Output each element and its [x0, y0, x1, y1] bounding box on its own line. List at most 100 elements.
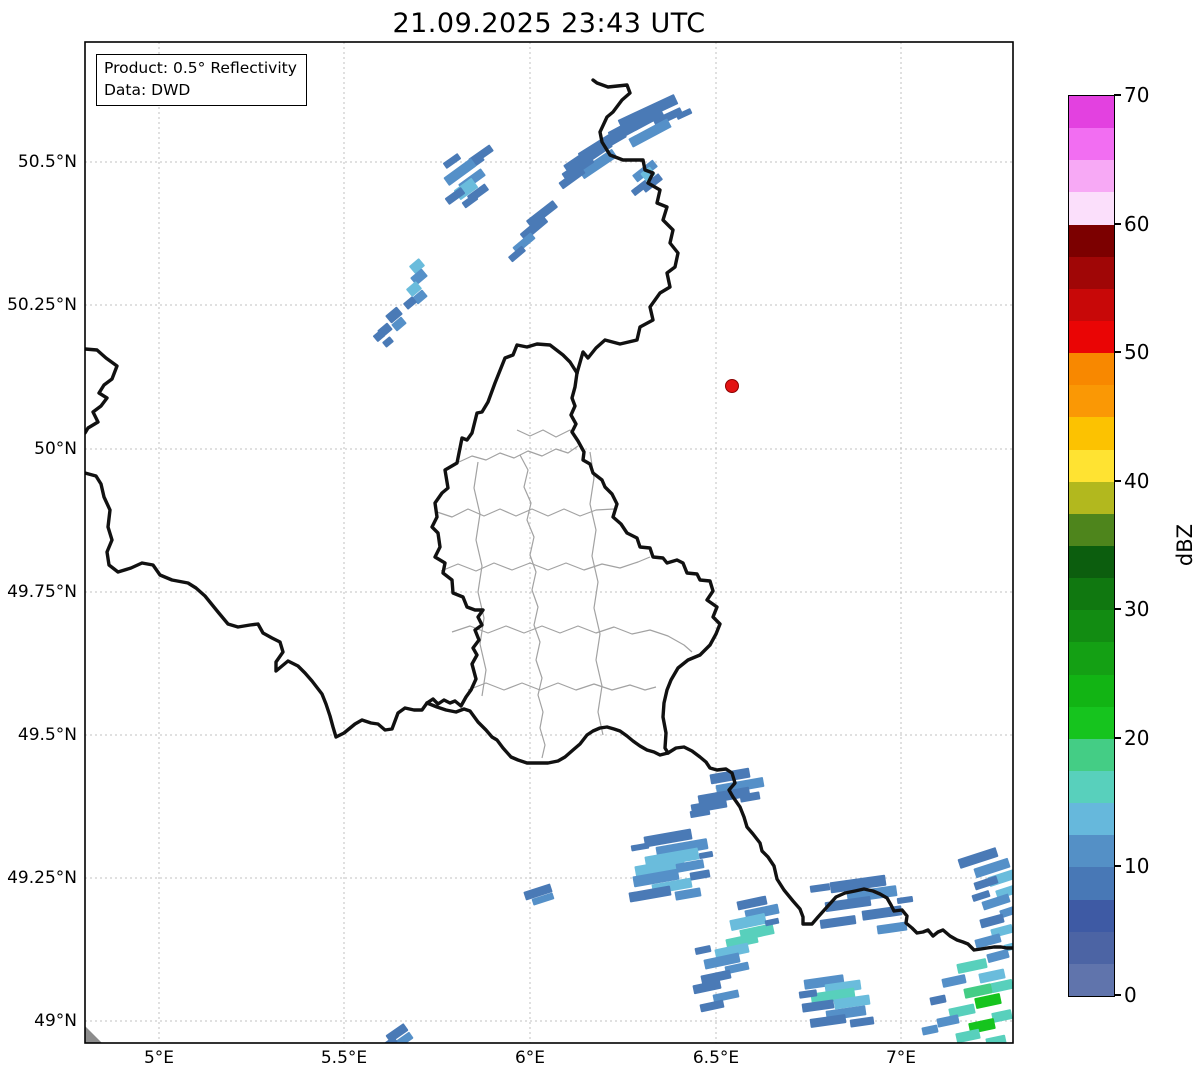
- canton-border: [473, 461, 487, 697]
- colorbar-segment: [1069, 481, 1114, 514]
- colorbar-segment: [1069, 353, 1114, 386]
- figure-title: 21.09.2025 23:43 UTC: [392, 8, 706, 39]
- y-tick-label: 49°N: [34, 1011, 77, 1031]
- y-tick-label: 50°N: [34, 439, 77, 459]
- colorbar-segment: [1069, 674, 1114, 707]
- colorbar-tick: [1114, 480, 1121, 482]
- radar-echo-bin: [712, 989, 740, 1003]
- x-tick-label: 6.5°E: [692, 1048, 740, 1068]
- radar-echo-bin: [699, 999, 725, 1013]
- x-tick-label: 6°E: [514, 1048, 546, 1068]
- y-tick-label: 49.25°N: [7, 868, 77, 888]
- colorbar-segment: [1069, 160, 1114, 193]
- radar-figure: 21.09.2025 23:43 UTC Product: 0.5° Refle…: [0, 0, 1202, 1081]
- radar-echo-bin: [443, 153, 461, 169]
- map-svg: [84, 41, 1014, 1044]
- y-tick-label: 49.5°N: [17, 725, 77, 745]
- colorbar-tick: [1114, 351, 1121, 353]
- radar-echo-bin: [689, 869, 711, 881]
- radar-echo-bin: [628, 885, 672, 903]
- x-tick-label: 7°E: [885, 1048, 917, 1068]
- colorbar-segment: [1069, 224, 1114, 257]
- radar-echo-bin: [382, 336, 394, 348]
- radar-echo-bin: [698, 850, 714, 860]
- colorbar-segment: [1069, 835, 1114, 868]
- radar-echo-bin: [809, 883, 831, 893]
- radar-echo-bin: [990, 979, 1013, 993]
- colorbar-segment: [1069, 867, 1114, 900]
- national-border: [425, 342, 579, 708]
- colorbar-segment: [1069, 642, 1114, 675]
- national-border: [425, 701, 670, 765]
- colorbar-tick: [1114, 865, 1121, 867]
- colorbar-segment: [1069, 706, 1114, 739]
- colorbar-segment: [1069, 770, 1114, 804]
- colorbar-tick-label: 60: [1124, 212, 1150, 236]
- colorbar-tick-label: 20: [1124, 726, 1150, 750]
- radar-echo-bin: [956, 958, 988, 974]
- product-info-line1: Product: 0.5° Reflectivity: [104, 59, 297, 77]
- x-tick-label: 5°E: [143, 1048, 175, 1068]
- colorbar-segment: [1069, 545, 1114, 579]
- colorbar-tick-label: 10: [1124, 854, 1150, 878]
- radar-echo-bin: [991, 1009, 1013, 1023]
- product-info-line2: Data: DWD: [104, 81, 191, 99]
- canton-borders: [436, 429, 693, 759]
- national-border: [85, 471, 429, 739]
- x-tick-label: 5.5°E: [320, 1048, 368, 1068]
- colorbar-segment: [1069, 128, 1114, 161]
- colorbar-tick-label: 70: [1124, 83, 1150, 107]
- canton-border: [467, 682, 657, 691]
- colorbar-segment: [1069, 513, 1114, 546]
- radar-echo-bin: [630, 842, 650, 852]
- colorbar-tick: [1114, 994, 1121, 996]
- colorbar-segment: [1069, 320, 1114, 354]
- colorbar-segment: [1069, 96, 1114, 129]
- colorbar-tick: [1114, 94, 1121, 96]
- colorbar-segment: [1069, 385, 1114, 418]
- y-tick-label: 50.25°N: [7, 295, 77, 315]
- radar-echo-bin: [929, 994, 947, 1006]
- colorbar-tick-label: 30: [1124, 597, 1150, 621]
- colorbar-segment: [1069, 417, 1114, 450]
- product-info-box: Product: 0.5° Reflectivity Data: DWD: [96, 54, 307, 106]
- colorbar-tick: [1114, 223, 1121, 225]
- radar-echo-bin: [979, 913, 1005, 929]
- colorbar-tick: [1114, 608, 1121, 610]
- y-tick-label: 50.5°N: [17, 152, 77, 172]
- radar-echo-bin: [986, 949, 1010, 963]
- radar-echo-bin: [819, 915, 857, 929]
- radar-echo-bin: [849, 1016, 875, 1028]
- map-corner-wedge: [85, 1026, 102, 1043]
- y-tick-label: 49.75°N: [7, 582, 77, 602]
- canton-border: [458, 445, 579, 463]
- colorbar-segment: [1069, 803, 1114, 836]
- radar-echo-bin: [694, 945, 712, 955]
- colorbar-segment: [1069, 192, 1114, 225]
- colorbar-segment: [1069, 256, 1114, 289]
- canton-border: [589, 451, 604, 736]
- canton-border: [519, 454, 546, 759]
- colorbar-tick: [1114, 737, 1121, 739]
- radar-echoes: [373, 94, 1013, 1043]
- colorbar: [1068, 95, 1115, 997]
- colorbar-tick-label: 0: [1124, 983, 1137, 1007]
- radar-echo-bin: [921, 1024, 939, 1036]
- radar-echo-bin: [936, 1014, 960, 1028]
- colorbar-segment: [1069, 738, 1114, 771]
- colorbar-segment: [1069, 288, 1114, 321]
- canton-border: [516, 429, 579, 442]
- colorbar-segment: [1069, 578, 1114, 611]
- colorbar-tick-label: 50: [1124, 340, 1150, 364]
- radar-echo-bin: [876, 921, 908, 935]
- colorbar-segment: [1069, 931, 1114, 964]
- canton-border: [440, 556, 651, 572]
- colorbar-unit-label: dBZ: [1173, 523, 1197, 567]
- canton-border: [436, 508, 615, 518]
- colorbar-segment: [1069, 610, 1114, 643]
- radar-echo-bin: [941, 974, 967, 988]
- colorbar-segment: [1069, 899, 1114, 932]
- radar-echo-bin: [896, 896, 914, 904]
- colorbar-segment: [1069, 449, 1114, 482]
- radar-echo-bin: [861, 905, 903, 921]
